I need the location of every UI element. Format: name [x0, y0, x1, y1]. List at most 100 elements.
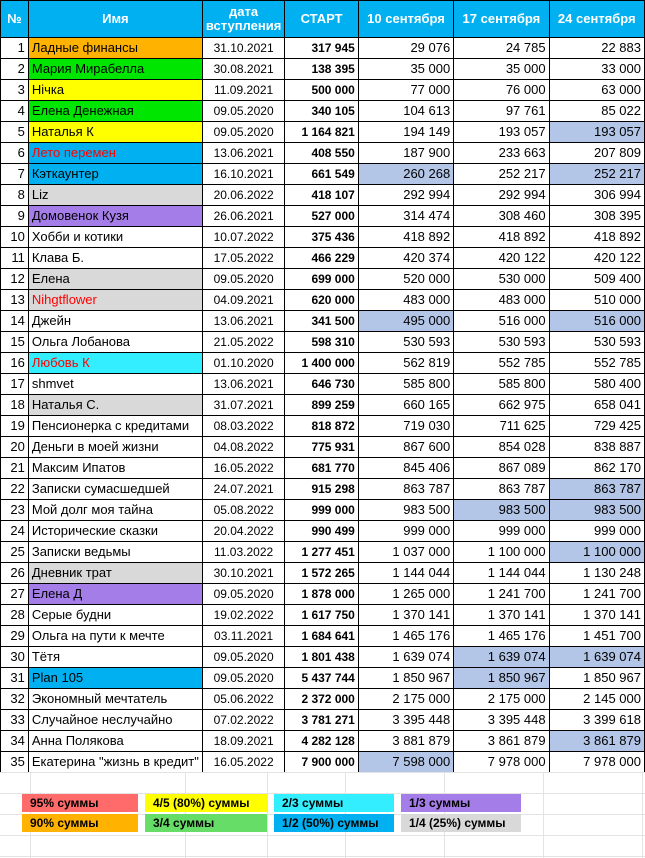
balance-cell-d3[interactable]: 207 809	[548, 142, 645, 164]
header-sep-17[interactable]: 17 сентября	[453, 0, 550, 38]
balance-cell-d2[interactable]: 97 761	[453, 100, 550, 122]
balance-cell-d2[interactable]: 1 465 176	[453, 625, 550, 647]
start-amount-cell[interactable]: 699 000	[284, 268, 359, 290]
balance-cell-d3[interactable]: 418 892	[548, 226, 645, 248]
balance-cell-d2[interactable]: 1 850 967	[453, 667, 550, 689]
start-amount-cell[interactable]: 620 000	[284, 289, 359, 311]
row-number-cell[interactable]: 19	[0, 415, 29, 437]
balance-cell-d2[interactable]: 552 785	[453, 352, 550, 374]
join-date-cell[interactable]: 16.05.2022	[201, 751, 286, 773]
start-amount-cell[interactable]: 818 872	[284, 415, 359, 437]
row-number-cell[interactable]: 32	[0, 688, 29, 710]
row-number-cell[interactable]: 23	[0, 499, 29, 521]
join-date-cell[interactable]: 11.03.2022	[201, 541, 286, 563]
start-amount-cell[interactable]: 1 277 451	[284, 541, 359, 563]
balance-cell-d2[interactable]: 233 663	[453, 142, 550, 164]
start-amount-cell[interactable]: 500 000	[284, 79, 359, 101]
balance-cell-d3[interactable]: 1 241 700	[548, 583, 645, 605]
row-number-cell[interactable]: 18	[0, 394, 29, 416]
participant-name-cell[interactable]: Елена	[27, 268, 203, 290]
join-date-cell[interactable]: 17.05.2022	[201, 247, 286, 269]
balance-cell-d3[interactable]: 658 041	[548, 394, 645, 416]
balance-cell-d3[interactable]: 306 994	[548, 184, 645, 206]
participant-name-cell[interactable]: Елена Денежная	[27, 100, 203, 122]
participant-name-cell[interactable]: Nihgtflower	[27, 289, 203, 311]
participant-name-cell[interactable]: Liz	[27, 184, 203, 206]
balance-cell-d2[interactable]: 3 861 879	[453, 730, 550, 752]
balance-cell-d2[interactable]: 420 122	[453, 247, 550, 269]
balance-cell-d2[interactable]: 1 144 044	[453, 562, 550, 584]
participant-name-cell[interactable]: Случайное неслучайно	[27, 709, 203, 731]
start-amount-cell[interactable]: 375 436	[284, 226, 359, 248]
participant-name-cell[interactable]: Хобби и котики	[27, 226, 203, 248]
balance-cell-d3[interactable]: 3 399 618	[548, 709, 645, 731]
balance-cell-d1[interactable]: 420 374	[357, 247, 455, 269]
join-date-cell[interactable]: 16.10.2021	[201, 163, 286, 185]
balance-cell-d3[interactable]: 2 145 000	[548, 688, 645, 710]
balance-cell-d2[interactable]: 1 241 700	[453, 583, 550, 605]
row-number-cell[interactable]: 2	[0, 58, 29, 80]
balance-cell-d2[interactable]: 308 460	[453, 205, 550, 227]
balance-cell-d3[interactable]: 1 100 000	[548, 541, 645, 563]
row-number-cell[interactable]: 21	[0, 457, 29, 479]
balance-cell-d1[interactable]: 867 600	[357, 436, 455, 458]
balance-cell-d2[interactable]: 863 787	[453, 478, 550, 500]
balance-cell-d3[interactable]: 1 130 248	[548, 562, 645, 584]
balance-cell-d2[interactable]: 2 175 000	[453, 688, 550, 710]
start-amount-cell[interactable]: 915 298	[284, 478, 359, 500]
start-amount-cell[interactable]: 999 000	[284, 499, 359, 521]
participant-name-cell[interactable]: Кэткаунтер	[27, 163, 203, 185]
balance-cell-d2[interactable]: 483 000	[453, 289, 550, 311]
balance-cell-d3[interactable]: 63 000	[548, 79, 645, 101]
participant-name-cell[interactable]: Ольга на пути к мечте	[27, 625, 203, 647]
join-date-cell[interactable]: 20.06.2022	[201, 184, 286, 206]
balance-cell-d3[interactable]: 1 370 141	[548, 604, 645, 626]
row-number-cell[interactable]: 13	[0, 289, 29, 311]
balance-cell-d1[interactable]: 104 613	[357, 100, 455, 122]
join-date-cell[interactable]: 31.07.2021	[201, 394, 286, 416]
balance-cell-d3[interactable]: 193 057	[548, 121, 645, 143]
join-date-cell[interactable]: 09.05.2020	[201, 646, 286, 668]
participant-name-cell[interactable]: Любовь К	[27, 352, 203, 374]
balance-cell-d1[interactable]: 1 144 044	[357, 562, 455, 584]
row-number-cell[interactable]: 28	[0, 604, 29, 626]
join-date-cell[interactable]: 04.08.2022	[201, 436, 286, 458]
participant-name-cell[interactable]: Исторические сказки	[27, 520, 203, 542]
start-amount-cell[interactable]: 1 572 265	[284, 562, 359, 584]
header-number[interactable]: №	[0, 0, 29, 38]
start-amount-cell[interactable]: 1 684 641	[284, 625, 359, 647]
balance-cell-d3[interactable]: 516 000	[548, 310, 645, 332]
balance-cell-d1[interactable]: 292 994	[357, 184, 455, 206]
start-amount-cell[interactable]: 646 730	[284, 373, 359, 395]
balance-cell-d3[interactable]: 3 861 879	[548, 730, 645, 752]
balance-cell-d1[interactable]: 7 598 000	[357, 751, 455, 773]
balance-cell-d1[interactable]: 495 000	[357, 310, 455, 332]
row-number-cell[interactable]: 5	[0, 121, 29, 143]
balance-cell-d2[interactable]: 193 057	[453, 121, 550, 143]
join-date-cell[interactable]: 31.10.2021	[201, 37, 286, 59]
balance-cell-d2[interactable]: 292 994	[453, 184, 550, 206]
join-date-cell[interactable]: 09.05.2020	[201, 121, 286, 143]
balance-cell-d3[interactable]: 420 122	[548, 247, 645, 269]
balance-cell-d3[interactable]: 729 425	[548, 415, 645, 437]
balance-cell-d1[interactable]: 2 175 000	[357, 688, 455, 710]
join-date-cell[interactable]: 13.06.2021	[201, 310, 286, 332]
balance-cell-d3[interactable]: 308 395	[548, 205, 645, 227]
row-number-cell[interactable]: 8	[0, 184, 29, 206]
balance-cell-d2[interactable]: 711 625	[453, 415, 550, 437]
join-date-cell[interactable]: 09.05.2020	[201, 268, 286, 290]
start-amount-cell[interactable]: 3 781 271	[284, 709, 359, 731]
balance-cell-d1[interactable]: 863 787	[357, 478, 455, 500]
balance-cell-d1[interactable]: 719 030	[357, 415, 455, 437]
balance-cell-d1[interactable]: 585 800	[357, 373, 455, 395]
start-amount-cell[interactable]: 138 395	[284, 58, 359, 80]
join-date-cell[interactable]: 13.06.2021	[201, 373, 286, 395]
balance-cell-d2[interactable]: 530 000	[453, 268, 550, 290]
balance-cell-d3[interactable]: 85 022	[548, 100, 645, 122]
participant-name-cell[interactable]: Наталья К	[27, 121, 203, 143]
participant-name-cell[interactable]: Екатерина "жизнь в кредит"	[27, 751, 203, 773]
participant-name-cell[interactable]: Записки ведьмы	[27, 541, 203, 563]
participant-name-cell[interactable]: Анна Полякова	[27, 730, 203, 752]
balance-cell-d2[interactable]: 983 500	[453, 499, 550, 521]
header-join-date[interactable]: дата вступления	[201, 0, 286, 38]
